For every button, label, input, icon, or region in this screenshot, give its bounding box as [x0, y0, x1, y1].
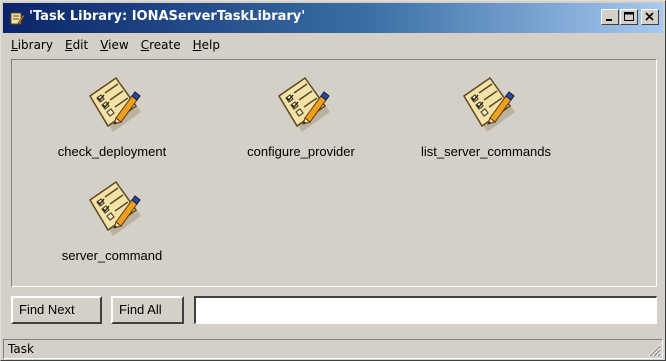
- menu-edit-rest: dit: [72, 38, 89, 52]
- status-bar: Task: [3, 339, 663, 359]
- status-text: Task: [8, 342, 34, 356]
- task-label: server_command: [61, 248, 163, 263]
- close-button[interactable]: [641, 9, 659, 25]
- find-next-button[interactable]: Find Next: [11, 296, 102, 324]
- menu-view[interactable]: View: [94, 35, 134, 57]
- task-label: list_server_commands: [420, 144, 552, 159]
- task-item-server-command[interactable]: server_command: [47, 178, 177, 263]
- find-all-button[interactable]: Find All: [111, 296, 184, 324]
- menu-view-mnemonic: V: [100, 38, 109, 52]
- menu-bar: Library Edit View Create Help: [5, 35, 226, 57]
- close-icon: [645, 12, 654, 21]
- menu-library-mnemonic: L: [11, 38, 18, 52]
- task-item-configure-provider[interactable]: configure_provider: [226, 74, 376, 159]
- menu-view-rest: iew: [108, 38, 129, 52]
- menu-help-mnemonic: H: [192, 38, 202, 52]
- task-checklist-icon: [89, 77, 142, 133]
- task-item-list-server-commands[interactable]: list_server_commands: [398, 74, 574, 159]
- find-input[interactable]: [194, 296, 657, 324]
- window-title: 'Task Library: IONAServerTaskLibrary': [29, 9, 306, 24]
- menu-create[interactable]: Create: [135, 35, 187, 57]
- task-item-check-deployment[interactable]: check_deployment: [42, 74, 182, 159]
- menu-library[interactable]: Library: [5, 35, 59, 57]
- menu-help-rest: elp: [201, 38, 220, 52]
- resize-grip-icon[interactable]: [647, 343, 661, 357]
- menu-create-rest: reate: [149, 38, 181, 52]
- menu-help[interactable]: Help: [187, 35, 226, 57]
- task-list-area: check_deployment configure_provider list…: [11, 59, 657, 287]
- maximize-icon: [624, 12, 634, 21]
- task-library-window: 'Task Library: IONAServerTaskLibrary' Li…: [0, 0, 666, 361]
- task-checklist-icon: [278, 77, 331, 133]
- menu-edit-mnemonic: E: [64, 38, 73, 52]
- menu-create-mnemonic: C: [140, 38, 150, 52]
- task-label: configure_provider: [247, 144, 355, 159]
- title-bar[interactable]: 'Task Library: IONAServerTaskLibrary': [3, 3, 663, 33]
- maximize-button[interactable]: [620, 9, 638, 25]
- minimize-button[interactable]: [601, 9, 619, 25]
- task-checklist-icon: [463, 77, 516, 133]
- menu-edit[interactable]: Edit: [59, 35, 94, 57]
- menu-library-rest: ibrary: [17, 38, 53, 52]
- task-library-app-icon[interactable]: [9, 10, 25, 26]
- find-bar: Find Next Find All: [11, 293, 657, 327]
- task-checklist-icon: [89, 181, 142, 237]
- minimize-icon: [606, 19, 612, 21]
- caption-buttons: [600, 9, 659, 25]
- task-label: check_deployment: [57, 144, 167, 159]
